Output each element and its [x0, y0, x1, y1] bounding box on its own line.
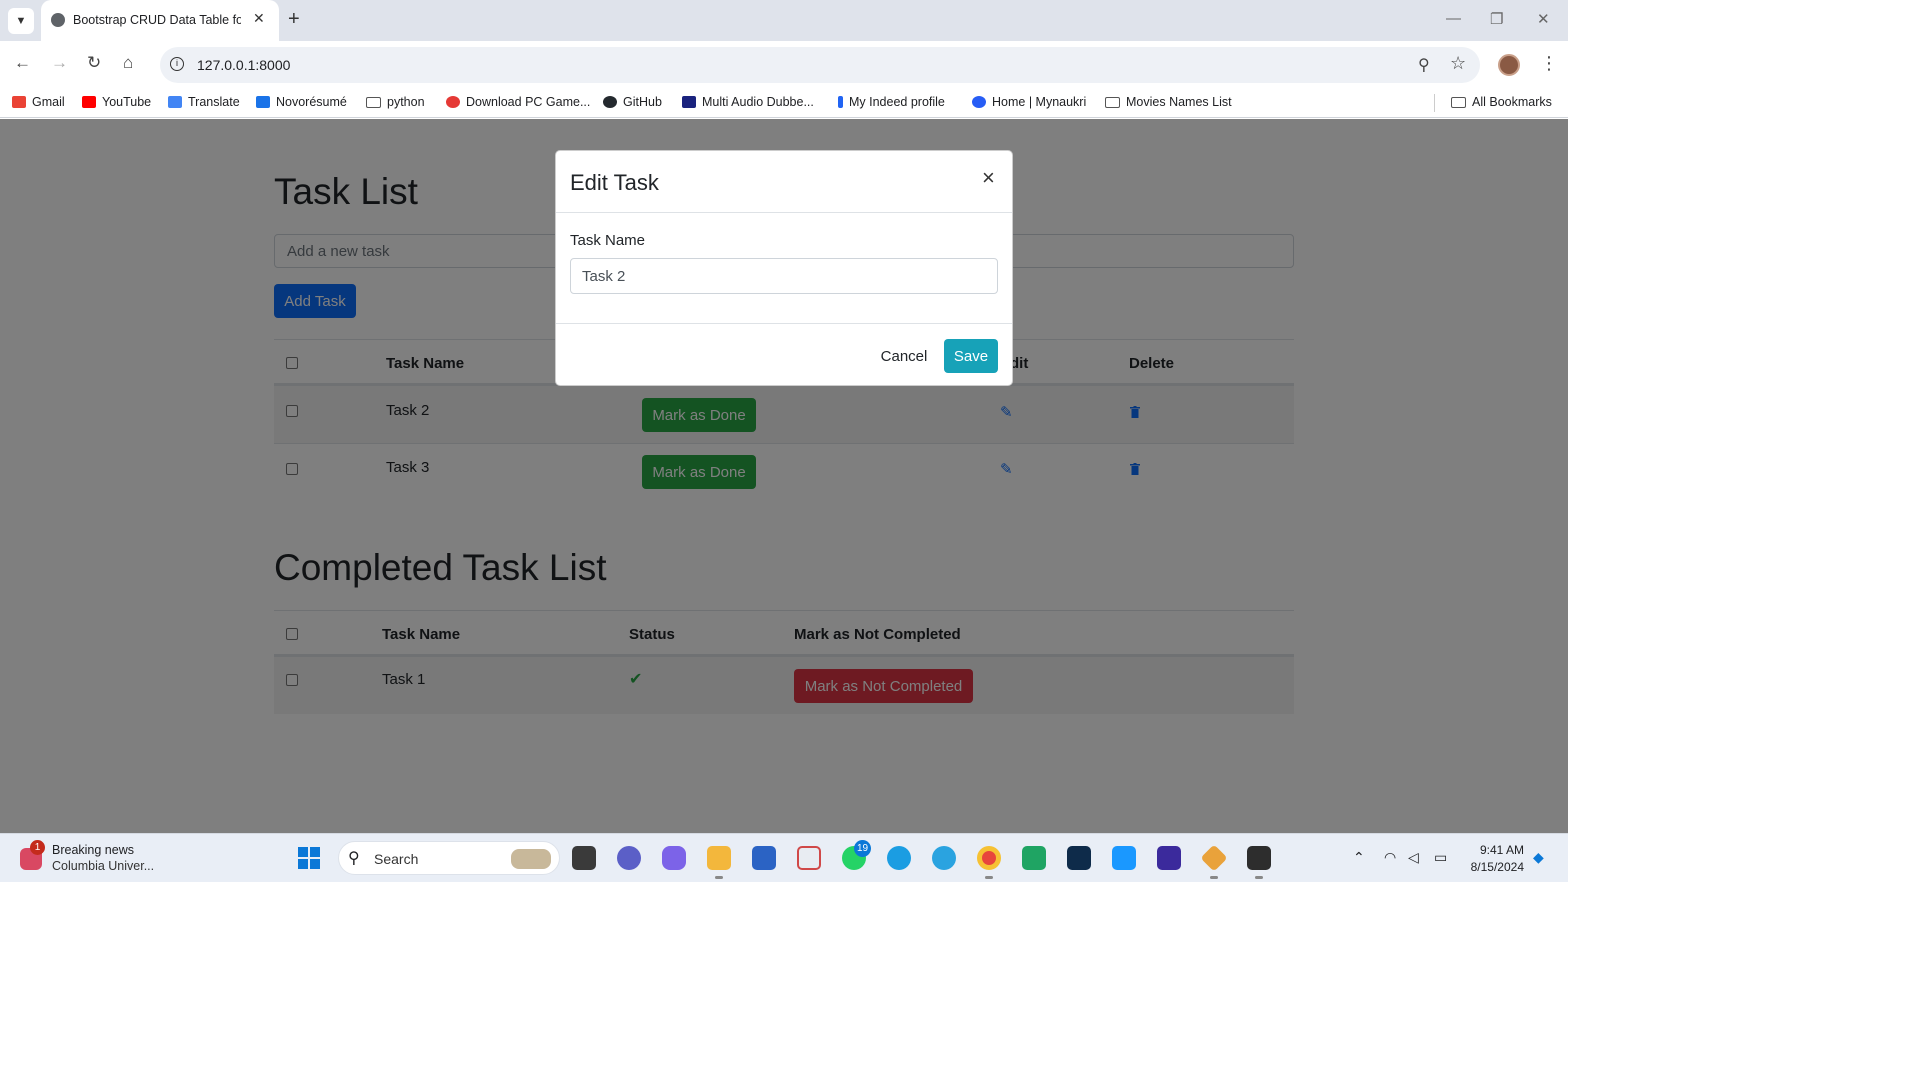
news-subtitle: Columbia Univer...	[52, 859, 155, 873]
microsoft-store-icon[interactable]	[752, 846, 776, 870]
task-name-field[interactable]	[570, 258, 998, 294]
all-bookmarks[interactable]: All Bookmarks	[1451, 95, 1552, 109]
clock-time[interactable]: 9:41 AM	[1474, 843, 1524, 857]
window-close-icon[interactable]: ✕	[1537, 10, 1550, 28]
tab-close-icon[interactable]: ✕	[253, 10, 265, 27]
notification-bell-icon[interactable]: ◆	[1533, 849, 1544, 866]
wifi-icon[interactable]: ◠	[1384, 849, 1396, 866]
back-icon[interactable]: ←	[14, 53, 31, 73]
modal-title: Edit Task	[570, 170, 659, 195]
bookmark-github[interactable]: GitHub	[603, 95, 662, 109]
folder-icon	[366, 96, 381, 108]
google-drive-icon[interactable]	[1022, 846, 1046, 870]
task-name-label: Task Name	[570, 232, 646, 249]
github-icon	[603, 96, 617, 108]
folder-icon	[1105, 96, 1120, 108]
clock-date[interactable]: 8/15/2024	[1464, 860, 1524, 874]
taskbar: 1 Breaking news Columbia Univer... ⚲ Sea…	[0, 833, 1568, 882]
restore-icon[interactable]: ❐	[1490, 10, 1503, 28]
chrome-icon[interactable]	[977, 846, 1001, 870]
address-bar[interactable]: i 127.0.0.1:8000 ⚲ ☆	[160, 47, 1480, 83]
youtube-icon	[82, 96, 96, 108]
search-highlight-image	[511, 849, 551, 869]
modal-header: Edit Task ×	[556, 151, 1012, 213]
running-indicator	[985, 876, 993, 879]
bookmark-multi-audio[interactable]: Multi Audio Dubbe...	[682, 95, 814, 109]
active-tab[interactable]: Bootstrap CRUD Data Table for ✕	[41, 0, 279, 41]
snipping-tool-icon[interactable]	[797, 846, 821, 870]
naukri-icon	[972, 96, 986, 108]
teams-icon[interactable]	[617, 846, 641, 870]
globe-icon	[51, 13, 65, 27]
bookmark-translate[interactable]: Translate	[168, 95, 240, 109]
chevron-down-icon: ▼	[15, 15, 27, 27]
modal-body: Task Name	[556, 213, 1012, 323]
modal-footer: Cancel Save	[556, 323, 1012, 385]
edge-icon[interactable]	[887, 846, 911, 870]
terminal-icon[interactable]	[1247, 846, 1271, 870]
bookmark-youtube[interactable]: YouTube	[82, 95, 151, 109]
info-icon[interactable]: i	[170, 57, 184, 71]
indeed-icon	[838, 96, 843, 108]
disney-plus-icon[interactable]	[1067, 846, 1091, 870]
taskbar-search[interactable]: ⚲ Search	[338, 841, 560, 875]
bookmark-novoresume[interactable]: Novorésumé	[256, 95, 347, 109]
browser-toolbar: ← → ↻ ⌂ i 127.0.0.1:8000 ⚲ ☆ ⋮	[0, 41, 1568, 88]
zoom-icon[interactable]: ⚲	[1418, 55, 1430, 75]
tab-search-button[interactable]: ▼	[8, 8, 34, 34]
volume-icon[interactable]: ◁	[1408, 849, 1419, 866]
file-explorer-icon[interactable]	[707, 846, 731, 870]
tab-strip: ▼ Bootstrap CRUD Data Table for ✕ + — ❐ …	[0, 0, 1568, 41]
kebab-menu-icon[interactable]: ⋮	[1540, 53, 1558, 74]
bookmark-download-pc-game[interactable]: Download PC Game...	[446, 95, 590, 109]
save-button[interactable]: Save	[944, 339, 998, 373]
git-icon[interactable]	[1200, 844, 1228, 872]
bookmarks-bar: Gmail YouTube Translate Novorésumé pytho…	[0, 88, 1568, 118]
profile-avatar[interactable]	[1498, 54, 1520, 76]
running-indicator	[1255, 876, 1263, 879]
chevron-up-icon[interactable]: ⌃	[1353, 849, 1365, 866]
tab-title: Bootstrap CRUD Data Table for	[73, 13, 241, 27]
close-icon[interactable]: ×	[982, 167, 995, 189]
bookmark-gmail[interactable]: Gmail	[12, 95, 65, 109]
telegram-icon[interactable]	[932, 846, 956, 870]
copilot-icon[interactable]	[662, 846, 686, 870]
bookmark-python[interactable]: python	[366, 95, 425, 109]
bookmark-indeed[interactable]: My Indeed profile	[838, 95, 945, 109]
cancel-button[interactable]: Cancel	[874, 339, 934, 373]
search-label: Search	[374, 851, 419, 867]
running-indicator	[715, 876, 723, 879]
running-indicator	[1210, 876, 1218, 879]
whatsapp-badge: 19	[854, 840, 871, 857]
battery-icon[interactable]: ▭	[1434, 849, 1447, 866]
bookmark-mynaukri[interactable]: Home | Mynaukri	[972, 95, 1086, 109]
novoresume-icon	[256, 96, 270, 108]
prime-video-icon[interactable]	[1112, 846, 1136, 870]
bookmark-movies-names[interactable]: Movies Names List	[1105, 95, 1232, 109]
page-content: Task List Add Task Task Name Edit Delete…	[0, 119, 1568, 833]
amazon-music-icon[interactable]	[1157, 846, 1181, 870]
bookmark-star-icon[interactable]: ☆	[1450, 53, 1466, 74]
new-tab-button[interactable]: +	[288, 9, 300, 29]
bookmarks-divider	[1434, 94, 1435, 112]
news-badge: 1	[30, 840, 45, 855]
movie-icon	[682, 96, 696, 108]
home-icon[interactable]: ⌂	[123, 53, 133, 73]
task-view-icon[interactable]	[572, 846, 596, 870]
url-text[interactable]: 127.0.0.1:8000	[197, 57, 290, 73]
minimize-icon[interactable]: —	[1446, 10, 1461, 27]
news-widget[interactable]: 1 Breaking news Columbia Univer...	[18, 840, 168, 876]
edit-task-modal: Edit Task × Task Name Cancel Save	[555, 150, 1013, 386]
game-icon	[446, 96, 460, 108]
forward-icon[interactable]: →	[51, 53, 68, 73]
translate-icon	[168, 96, 182, 108]
news-title: Breaking news	[52, 843, 134, 857]
reload-icon[interactable]: ↻	[87, 53, 101, 73]
folder-icon	[1451, 96, 1466, 108]
search-icon: ⚲	[348, 850, 360, 867]
gmail-icon	[12, 96, 26, 108]
windows-start-icon[interactable]	[298, 847, 320, 869]
